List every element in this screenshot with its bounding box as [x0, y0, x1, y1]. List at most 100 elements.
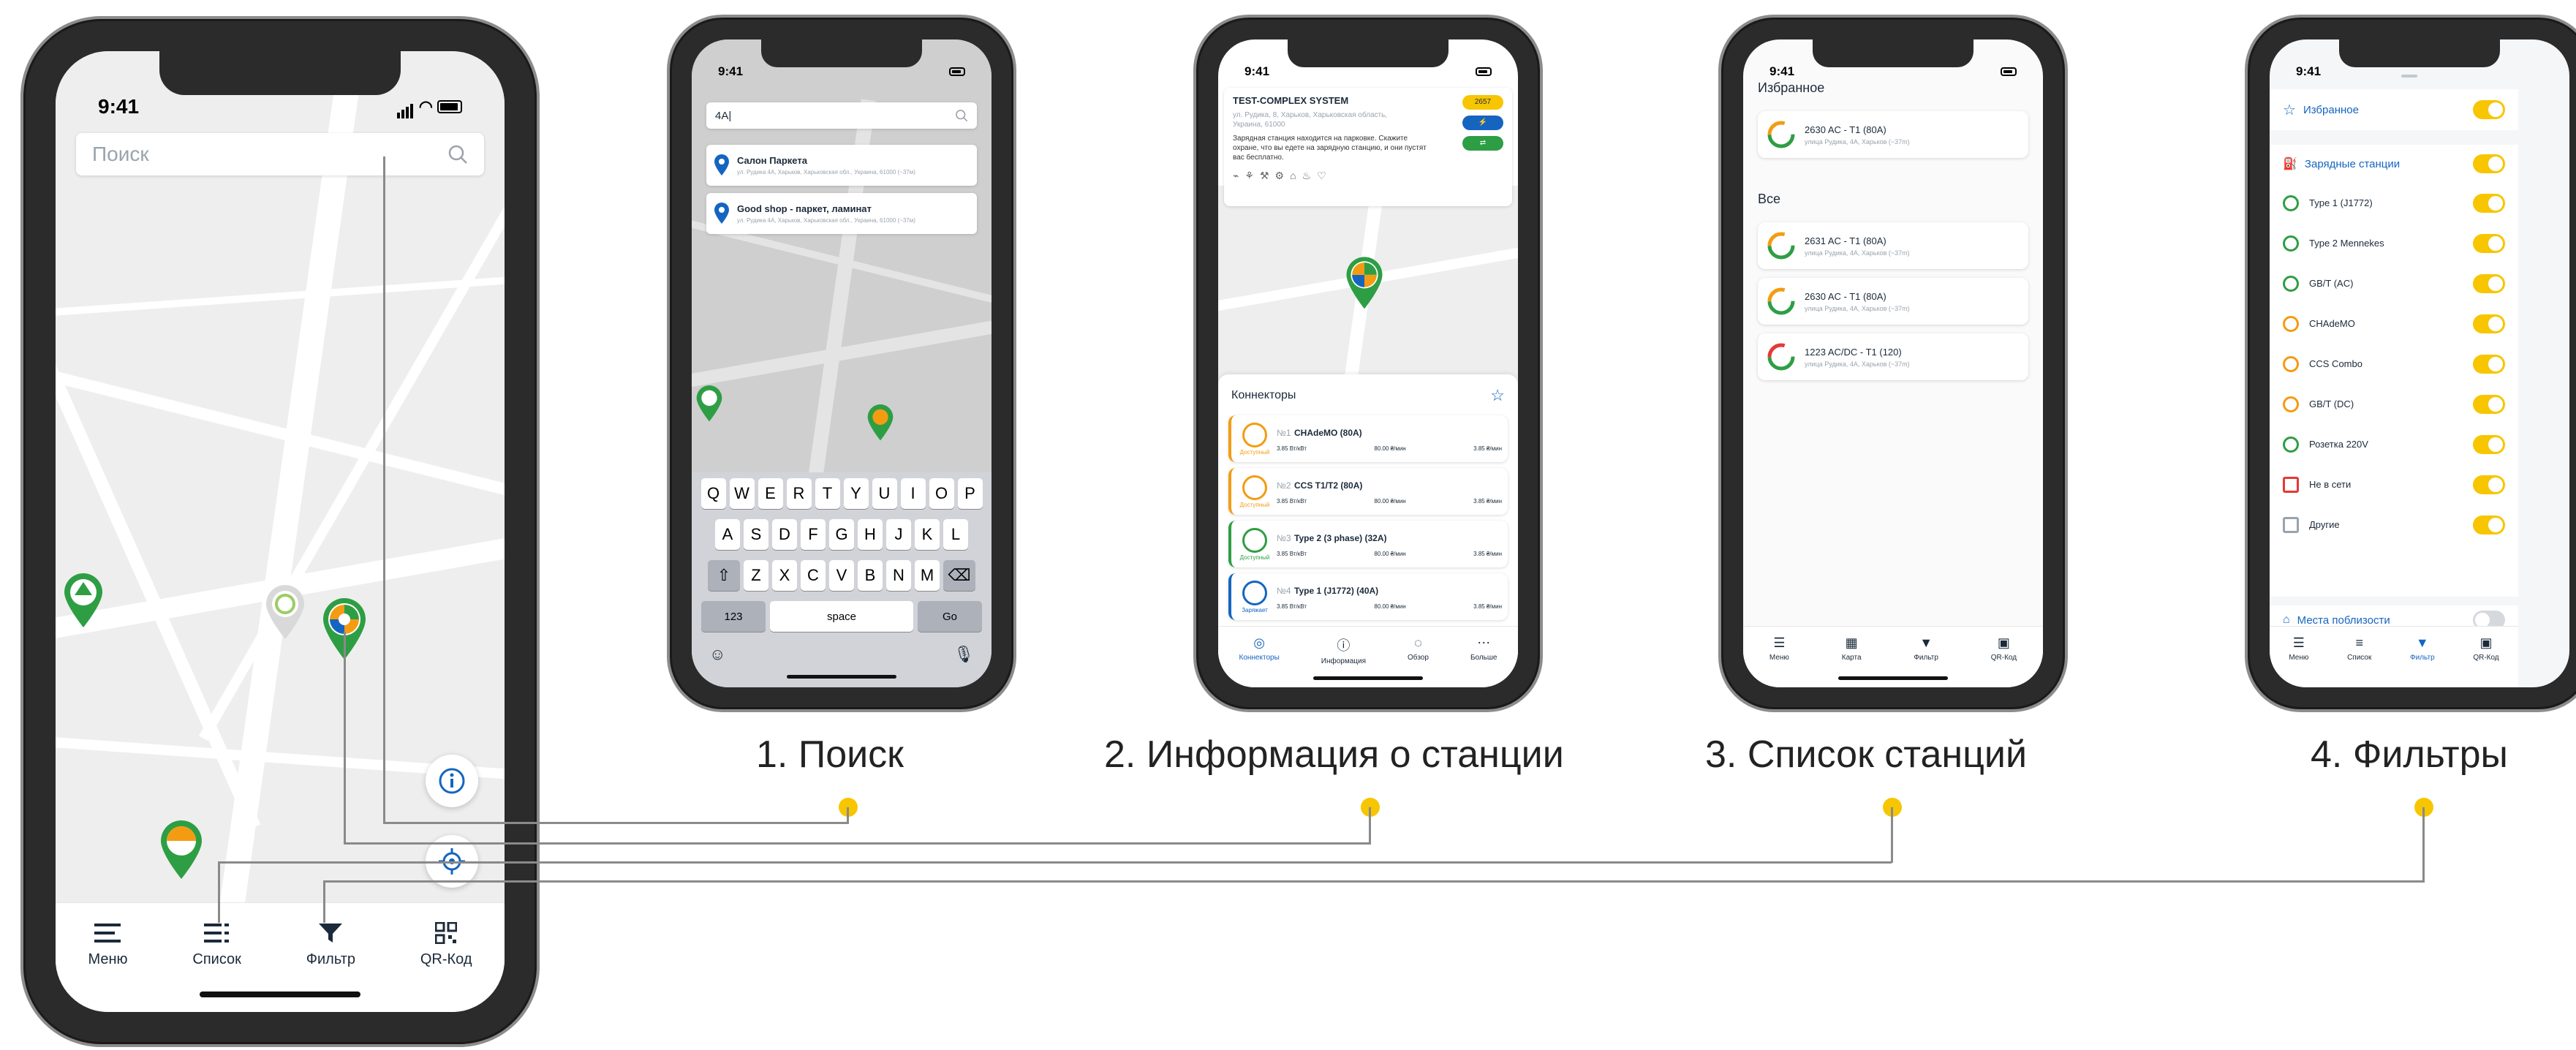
search-result[interactable]: Салон Паркета ул. Рудика 4А, Харьков, Ха…: [706, 145, 977, 186]
type1-toggle[interactable]: [2473, 193, 2505, 213]
tab-menu[interactable]: Меню: [88, 922, 128, 968]
key[interactable]: Z: [744, 560, 768, 591]
search-bar[interactable]: 4А|: [706, 102, 977, 129]
key[interactable]: F: [801, 519, 826, 550]
key[interactable]: G: [829, 519, 854, 550]
search-input[interactable]: 4А|: [715, 110, 731, 122]
tab-menu[interactable]: ☰ Меню: [2289, 635, 2308, 662]
station-pin[interactable]: [61, 570, 105, 629]
filter-item[interactable]: Другие: [2283, 505, 2505, 545]
key[interactable]: O: [929, 478, 954, 509]
station-list-item[interactable]: 2631 AC - T1 (80A) улица Рудика, 4А, Харь…: [1758, 222, 2028, 269]
connector-row[interactable]: Доступный №3 Type 2 (3 phase) (32A) 3.85…: [1228, 521, 1508, 567]
key[interactable]: W: [729, 478, 755, 509]
filter-item[interactable]: Type 1 (J1772): [2283, 183, 2505, 223]
stations-toggle[interactable]: [2473, 154, 2505, 173]
search-bar[interactable]: Поиск: [76, 133, 484, 175]
tab-filter[interactable]: Фильтр: [306, 922, 355, 968]
search-icon[interactable]: [955, 109, 968, 122]
connector-row[interactable]: Доступный №1 CHAdeMO (80A) 3.85 Вт/кВт 80…: [1228, 415, 1508, 462]
microphone-icon[interactable]: 🎙: [953, 645, 974, 664]
tab-connectors[interactable]: ◎ Коннекторы: [1239, 635, 1280, 662]
station-pin[interactable]: [158, 817, 205, 880]
gbt-ac-toggle[interactable]: [2473, 273, 2505, 293]
other-toggle[interactable]: [2473, 515, 2505, 535]
tab-qr-code[interactable]: ▣ QR-Код: [2473, 635, 2498, 662]
filter-item[interactable]: Type 2 Mennekes: [2283, 223, 2505, 263]
offline-toggle[interactable]: [2473, 475, 2505, 494]
backspace-key[interactable]: ⌫: [943, 560, 975, 591]
key[interactable]: J: [886, 519, 911, 550]
drag-handle[interactable]: [2401, 75, 2417, 78]
key[interactable]: T: [815, 478, 840, 509]
favorites-toggle[interactable]: [2473, 100, 2505, 119]
tab-qr-code[interactable]: QR-Код: [420, 922, 472, 968]
filter-favorites-row[interactable]: ☆ Избранное: [2270, 89, 2518, 130]
station-pin-selected[interactable]: [1344, 254, 1385, 310]
ccs-toggle[interactable]: [2473, 354, 2505, 374]
search-icon[interactable]: [447, 144, 468, 165]
key[interactable]: S: [744, 519, 768, 550]
tab-more[interactable]: ⋯ Больше: [1470, 635, 1497, 662]
search-input[interactable]: Поиск: [92, 143, 149, 166]
key[interactable]: Y: [843, 478, 869, 509]
tab-review[interactable]: ◌ Обзор: [1408, 635, 1429, 662]
filter-item[interactable]: Розетка 220V: [2283, 424, 2505, 464]
station-pin[interactable]: [866, 402, 895, 442]
stations-header[interactable]: ⛽ Зарядные станции: [2283, 145, 2505, 183]
station-list-item[interactable]: 1223 AC/DC - T1 (120) улица Рудика, 4А, Х…: [1758, 333, 2028, 380]
shift-key[interactable]: ⇧: [708, 560, 740, 591]
key[interactable]: K: [915, 519, 940, 550]
route-badge[interactable]: ⇄: [1462, 136, 1503, 151]
station-list-item[interactable]: 2630 AC - T1 (80A) улица Рудика, 4А, Харь…: [1758, 111, 2028, 158]
key[interactable]: E: [758, 478, 783, 509]
filter-item[interactable]: CHAdeMO: [2283, 303, 2505, 344]
tab-list[interactable]: Список: [192, 922, 241, 968]
station-list-item[interactable]: 2630 AC - T1 (80A) улица Рудика, 4А, Харь…: [1758, 278, 2028, 325]
tab-menu[interactable]: ☰ Меню: [1769, 635, 1789, 662]
key[interactable]: X: [772, 560, 797, 591]
key[interactable]: Q: [700, 478, 726, 509]
key[interactable]: R: [786, 478, 812, 509]
tab-map[interactable]: ▦ Карта: [1842, 635, 1862, 662]
filter-item[interactable]: Не в сети: [2283, 464, 2505, 505]
key[interactable]: D: [772, 519, 797, 550]
key[interactable]: A: [715, 519, 740, 550]
key[interactable]: U: [872, 478, 897, 509]
key[interactable]: H: [858, 519, 883, 550]
socket-toggle[interactable]: [2473, 434, 2505, 454]
space-key[interactable]: space: [770, 601, 913, 632]
connector-row[interactable]: Заряжает №4 Type 1 (J1772) (40A) 3.85 Вт…: [1228, 573, 1508, 620]
station-pin[interactable]: [695, 383, 724, 423]
tab-filter[interactable]: ▼ Фильтр: [2410, 635, 2435, 662]
filter-item[interactable]: GB/T (AC): [2283, 263, 2505, 303]
key[interactable]: I: [900, 478, 926, 509]
key[interactable]: B: [858, 560, 883, 591]
filter-item[interactable]: CCS Combo: [2283, 344, 2505, 384]
key[interactable]: M: [915, 560, 940, 591]
key[interactable]: V: [829, 560, 854, 591]
connector-name: Type 2 (3 phase) (32A): [1294, 532, 1387, 543]
tab-info[interactable]: ⓘ Информация: [1321, 635, 1366, 665]
connector-row[interactable]: Доступный №2 CCS T1/T2 (80A) 3.85 Вт/кВт…: [1228, 468, 1508, 515]
station-list-screen: 9:41 Избранное 2630 AC - T1 (80A) улица Р…: [1743, 39, 2043, 687]
emoji-icon[interactable]: ☺: [709, 645, 725, 664]
numbers-key[interactable]: 123: [701, 601, 766, 632]
key[interactable]: P: [957, 478, 983, 509]
favorite-star-icon[interactable]: ☆: [1490, 386, 1505, 405]
filter-item[interactable]: GB/T (DC): [2283, 384, 2505, 424]
tab-filter[interactable]: ▼ Фильтр: [1914, 635, 1938, 662]
go-key[interactable]: Go: [918, 601, 982, 632]
tab-list[interactable]: ≡ Список: [2347, 635, 2371, 662]
key[interactable]: N: [886, 560, 911, 591]
key[interactable]: L: [943, 519, 968, 550]
info-button[interactable]: [426, 755, 478, 807]
gbt-dc-toggle[interactable]: [2473, 394, 2505, 414]
key[interactable]: C: [801, 560, 826, 591]
chademo-toggle[interactable]: [2473, 314, 2505, 333]
search-result[interactable]: Good shop - паркет, ламинат ул. Рудика 4…: [706, 193, 977, 234]
connector-type-badge[interactable]: ⚡: [1462, 116, 1503, 130]
tab-qr-code[interactable]: ▣ QR-Код: [1991, 635, 2017, 662]
type2-toggle[interactable]: [2473, 233, 2505, 253]
station-pin[interactable]: [263, 582, 307, 641]
